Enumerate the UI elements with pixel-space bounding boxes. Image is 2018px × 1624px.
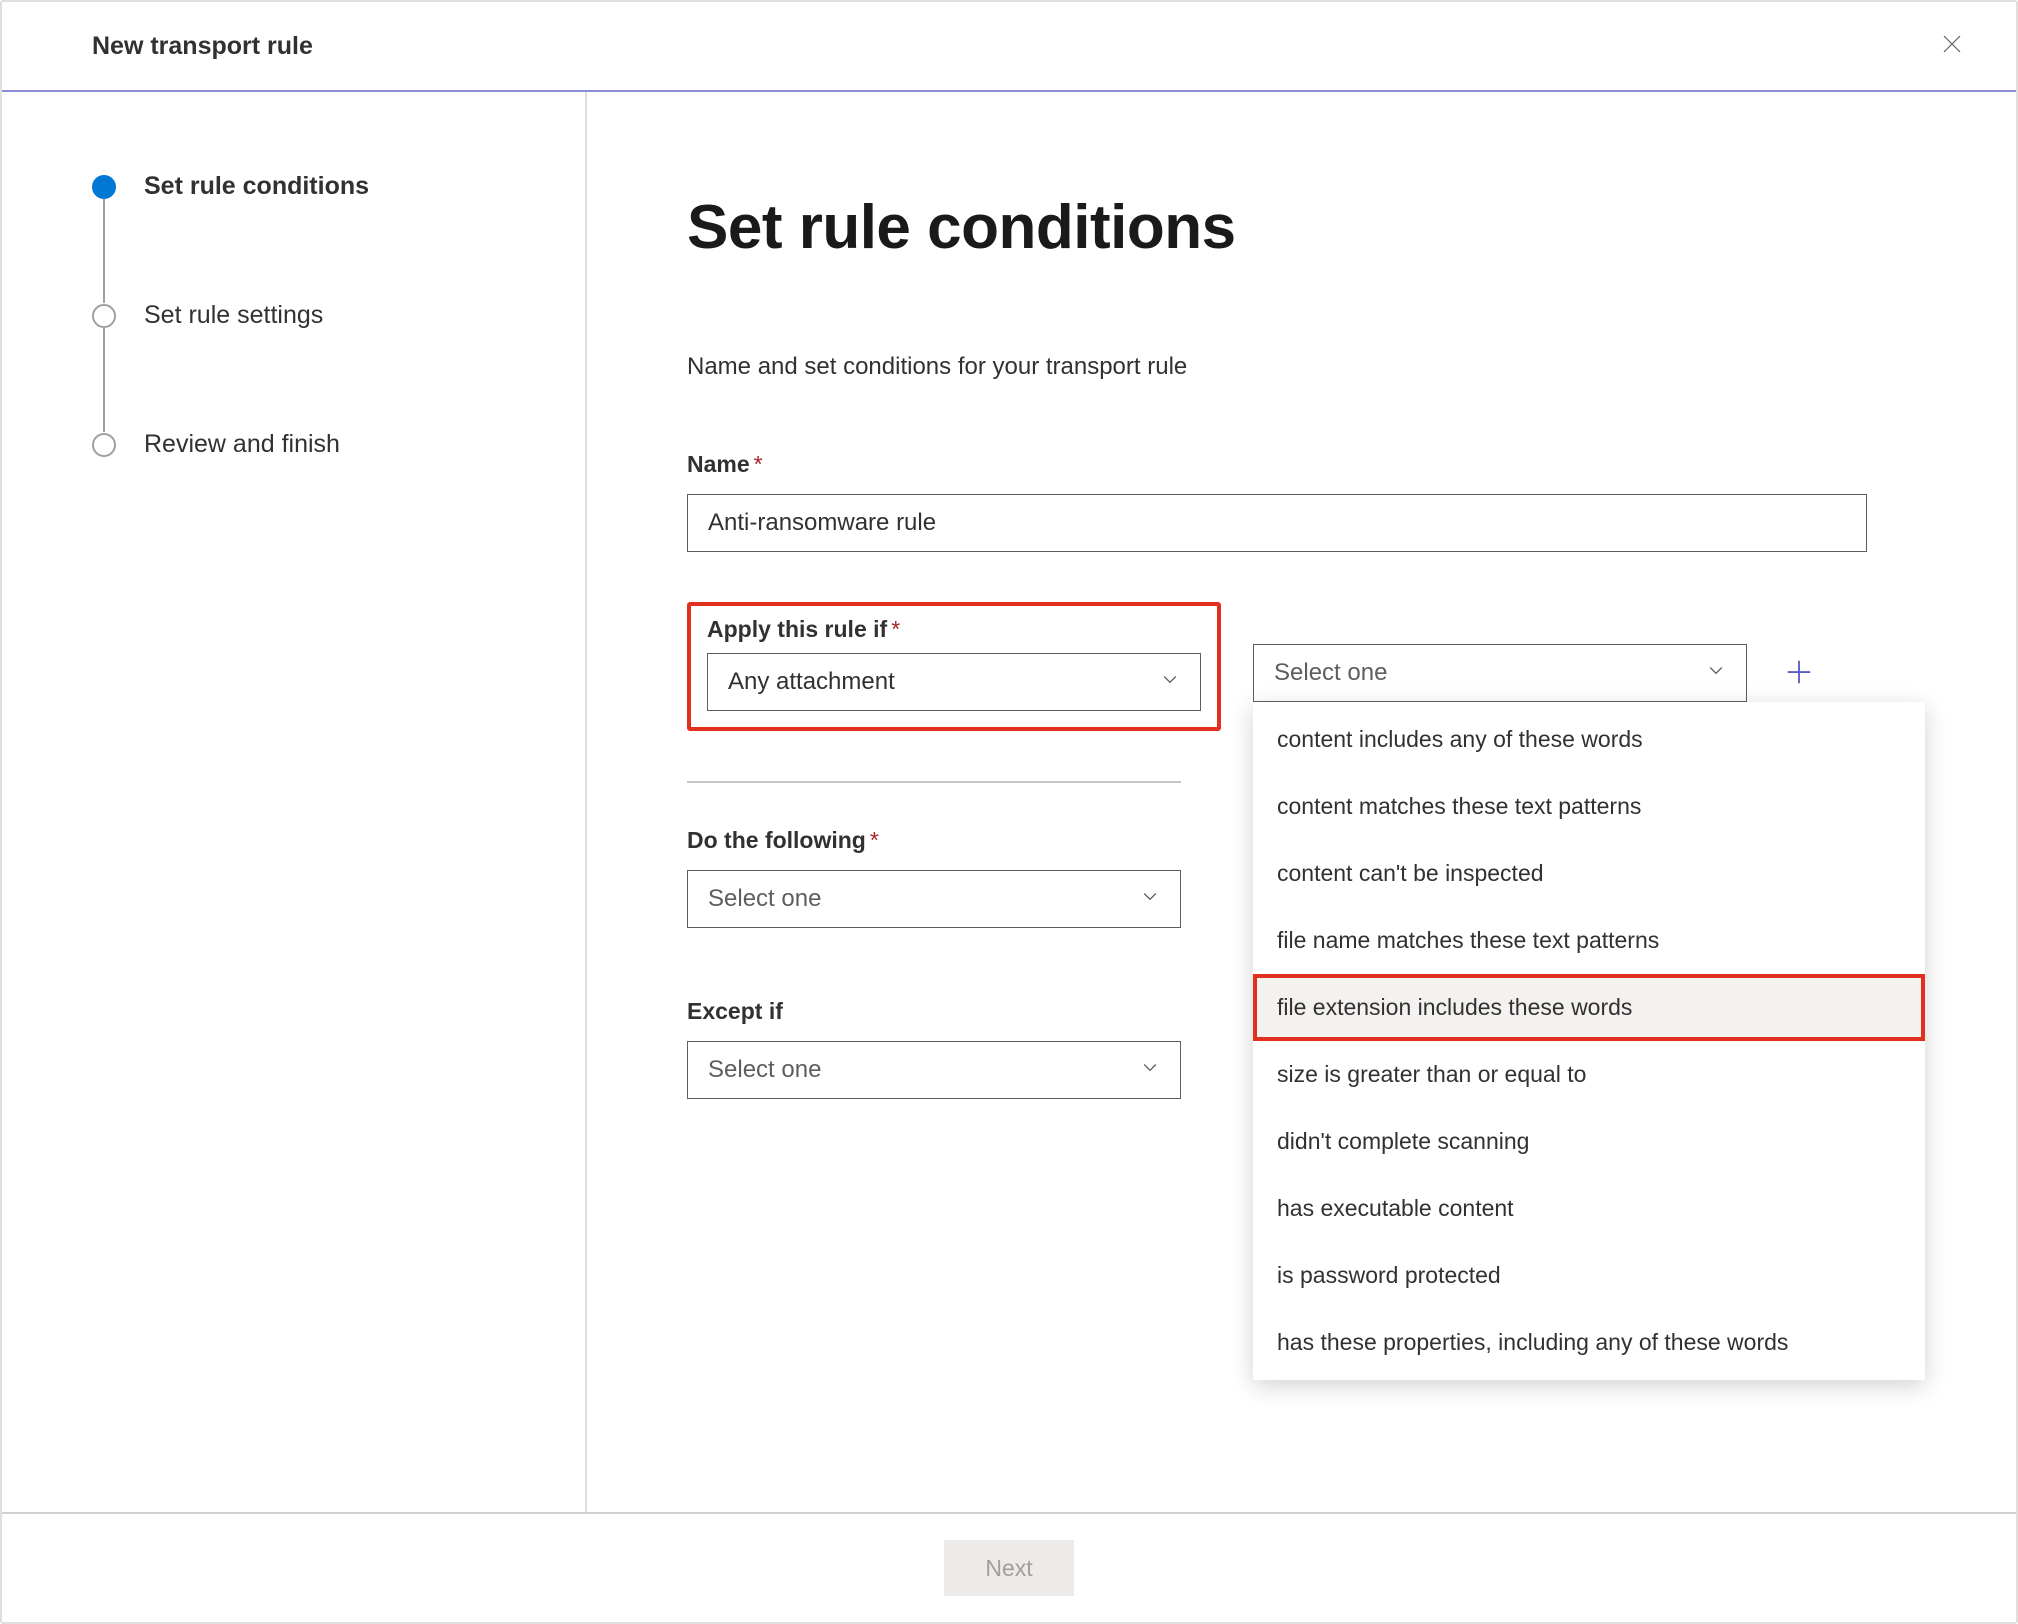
dropdown-placeholder: Select one xyxy=(1274,659,1387,687)
wizard-step-conditions[interactable]: Set rule conditions xyxy=(92,172,537,201)
do-following-label-text: Do the following xyxy=(687,827,866,853)
apply-if-secondary-wrap: Select one content includes any of these… xyxy=(1253,644,1747,702)
chevron-down-icon xyxy=(1140,1056,1160,1084)
step-marker-icon xyxy=(92,175,116,199)
step-connector xyxy=(92,330,537,430)
do-following-dropdown[interactable]: Select one xyxy=(687,870,1181,928)
required-asterisk: * xyxy=(891,616,900,642)
step-marker-icon xyxy=(92,304,116,328)
dropdown-option[interactable]: content includes any of these words xyxy=(1253,706,1925,773)
chevron-down-icon xyxy=(1140,885,1160,913)
required-asterisk: * xyxy=(870,827,879,853)
field-group-apply-if: Apply this rule if* Any attachment Selec… xyxy=(687,602,1916,731)
dialog-body: Set rule conditions Set rule settings Re… xyxy=(2,92,2016,1512)
apply-if-label: Apply this rule if* xyxy=(707,616,1201,643)
page-subtitle: Name and set conditions for your transpo… xyxy=(687,353,1916,381)
wizard-sidebar: Set rule conditions Set rule settings Re… xyxy=(2,92,587,1512)
dropdown-option[interactable]: size is greater than or equal to xyxy=(1253,1041,1925,1108)
dropdown-option[interactable]: content can't be inspected xyxy=(1253,840,1925,907)
close-icon xyxy=(1940,32,1964,61)
chevron-down-icon xyxy=(1706,659,1726,687)
dialog-window: New transport rule Set rule conditions S… xyxy=(0,0,2018,1624)
dropdown-option[interactable]: file name matches these text patterns xyxy=(1253,907,1925,974)
apply-if-dropdown[interactable]: Any attachment xyxy=(707,653,1201,711)
dropdown-value: Any attachment xyxy=(728,668,895,696)
step-connector xyxy=(92,201,537,301)
apply-if-highlight: Apply this rule if* Any attachment xyxy=(687,602,1221,731)
section-divider xyxy=(687,781,1181,783)
step-label: Set rule conditions xyxy=(144,172,369,201)
dropdown-option[interactable]: has these properties, including any of t… xyxy=(1253,1309,1925,1376)
dialog-footer: Next xyxy=(2,1512,2016,1622)
wizard-step-settings[interactable]: Set rule settings xyxy=(92,301,537,330)
dropdown-option[interactable]: didn't complete scanning xyxy=(1253,1108,1925,1175)
step-label: Set rule settings xyxy=(144,301,323,330)
apply-if-secondary-menu: content includes any of these wordsconte… xyxy=(1253,702,1925,1380)
step-marker-icon xyxy=(92,433,116,457)
dropdown-value: Select one xyxy=(708,885,821,913)
dialog-title: New transport rule xyxy=(92,32,313,61)
required-asterisk: * xyxy=(754,451,763,477)
dropdown-value: Select one xyxy=(708,1056,821,1084)
plus-icon xyxy=(1784,657,1814,692)
name-label: Name* xyxy=(687,451,1916,478)
dialog-titlebar: New transport rule xyxy=(2,2,2016,92)
field-group-name: Name* xyxy=(687,451,1916,552)
wizard-step-review[interactable]: Review and finish xyxy=(92,430,537,459)
dropdown-option[interactable]: content matches these text patterns xyxy=(1253,773,1925,840)
add-condition-button[interactable] xyxy=(1779,654,1819,694)
main-panel: Set rule conditions Name and set conditi… xyxy=(587,92,2016,1512)
page-heading: Set rule conditions xyxy=(687,192,1916,263)
name-input[interactable] xyxy=(687,494,1867,552)
dropdown-option[interactable]: file extension includes these words xyxy=(1253,974,1925,1041)
step-label: Review and finish xyxy=(144,430,340,459)
next-button[interactable]: Next xyxy=(944,1540,1074,1596)
dropdown-option[interactable]: has executable content xyxy=(1253,1175,1925,1242)
chevron-down-icon xyxy=(1160,668,1180,696)
apply-if-label-text: Apply this rule if xyxy=(707,616,887,642)
dropdown-option[interactable]: is password protected xyxy=(1253,1242,1925,1309)
except-if-dropdown[interactable]: Select one xyxy=(687,1041,1181,1099)
name-label-text: Name xyxy=(687,451,750,477)
close-button[interactable] xyxy=(1936,30,1968,62)
apply-if-secondary-dropdown[interactable]: Select one xyxy=(1253,644,1747,702)
